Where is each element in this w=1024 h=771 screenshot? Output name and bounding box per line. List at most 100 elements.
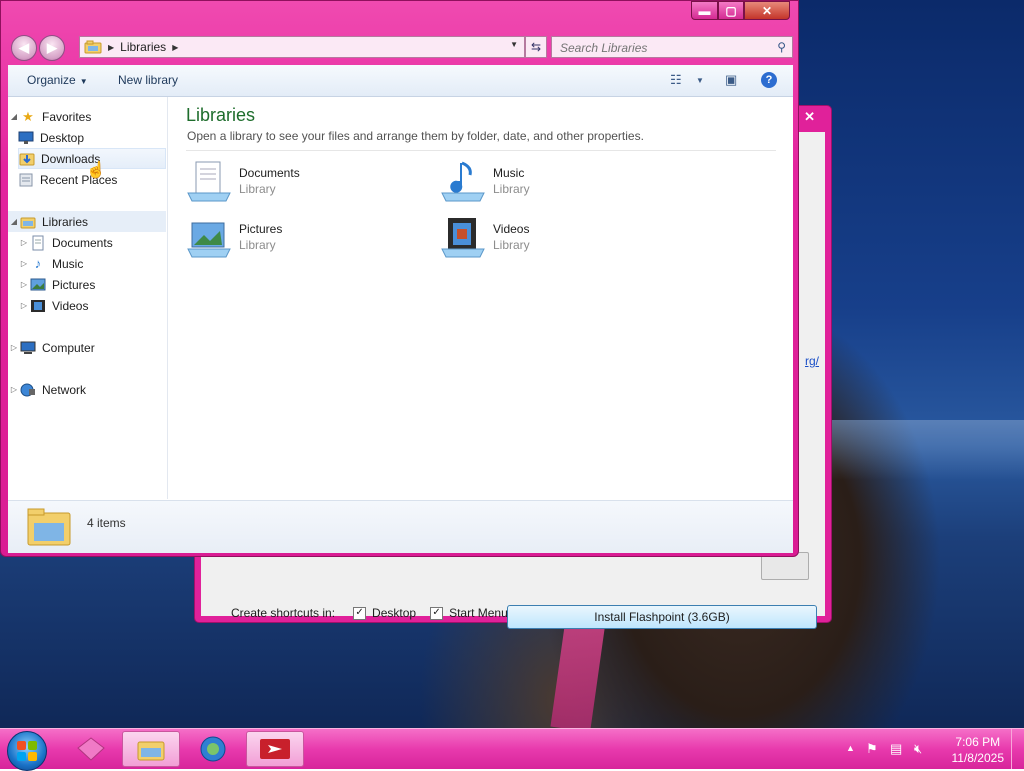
library-name: Music — [493, 166, 525, 180]
start-menu-shortcut-label: Start Menu — [449, 606, 508, 620]
organize-dropdown-icon: ▼ — [79, 77, 88, 86]
change-view-icon[interactable]: ☷ — [670, 72, 682, 88]
collapse-arrow-icon[interactable]: ▷ — [18, 280, 30, 289]
collapse-arrow-icon[interactable]: ▷ — [18, 301, 30, 310]
nav-item-pictures[interactable]: ▷ Pictures — [18, 274, 176, 295]
library-tile-pictures[interactable]: Pictures Library — [186, 215, 426, 263]
library-tile-music[interactable]: Music Library — [440, 159, 680, 207]
desktop-shortcut-checkbox[interactable]: ✓ — [353, 606, 367, 620]
close-button[interactable]: ✕ — [744, 1, 790, 20]
explorer-window: ▬ ▢ ✕ ◀ ▶ ▶ Libraries ▶ ▼ ⇆ ⚲ — [0, 0, 799, 557]
navigation-pane: ◢ ★ Favorites Desktop Downloads Recent P… — [8, 97, 168, 499]
taskbar: ▲ ⚑ ▤ 🔇︎ 7:06 PM 11/8/2025 — [0, 728, 1024, 771]
nav-label: Pictures — [52, 277, 96, 292]
expand-arrow-icon[interactable]: ◢ — [8, 112, 20, 121]
nav-label: Desktop — [40, 130, 85, 145]
organize-button[interactable]: Organize ▼ — [27, 73, 88, 87]
command-bar: Organize ▼ New library ☷ ▼ ▣ ? — [8, 65, 793, 97]
library-tile-documents[interactable]: Documents Library — [186, 159, 426, 207]
installer-close-button[interactable]: ✕ — [804, 109, 815, 125]
clock[interactable]: 7:06 PM 11/8/2025 — [952, 734, 1005, 766]
network-tray-icon[interactable]: ▤ — [890, 741, 902, 757]
collapse-arrow-icon[interactable]: ▷ — [8, 343, 20, 352]
new-library-button[interactable]: New library — [118, 73, 178, 87]
pink-app-icon — [77, 737, 105, 761]
collapse-arrow-icon[interactable]: ▷ — [18, 259, 30, 268]
library-name: Pictures — [239, 222, 283, 236]
nav-item-network[interactable]: ▷ Network — [8, 379, 166, 400]
action-center-icon[interactable]: ⚑ — [866, 741, 878, 757]
nav-item-computer[interactable]: ▷ Computer — [8, 337, 166, 358]
expand-arrow-icon[interactable]: ◢ — [8, 217, 20, 226]
library-tile-videos[interactable]: Videos Library — [440, 215, 680, 263]
library-name: Videos — [493, 222, 530, 236]
address-bar[interactable]: ▶ Libraries ▶ ▼ — [79, 36, 525, 58]
show-hidden-icons[interactable]: ▲ — [846, 743, 855, 753]
nav-label: Documents — [52, 235, 113, 250]
page-description: Open a library to see your files and arr… — [187, 129, 644, 143]
maximize-button[interactable]: ▢ — [718, 1, 744, 20]
back-arrow-icon: ◀ — [19, 40, 29, 55]
recent-places-icon — [18, 172, 34, 188]
preview-pane-icon[interactable]: ▣ — [725, 72, 737, 88]
volume-muted-icon[interactable]: 🔇︎ — [914, 741, 922, 757]
forward-arrow-icon: ▶ — [47, 40, 57, 55]
nav-label: Videos — [52, 298, 89, 313]
pictures-library-icon — [186, 215, 232, 261]
desktop-shortcut-label: Desktop — [372, 606, 417, 620]
forward-button[interactable]: ▶ — [39, 35, 65, 61]
minimize-button[interactable]: ▬ — [691, 1, 718, 20]
start-menu-shortcut-checkbox[interactable]: ✓ — [430, 606, 444, 620]
music-library-icon — [440, 159, 486, 205]
collapse-arrow-icon[interactable]: ▷ — [8, 385, 20, 394]
music-icon: ♪ — [34, 256, 42, 271]
help-icon[interactable]: ? — [761, 72, 777, 88]
nav-label: Music — [52, 256, 84, 271]
show-desktop-button[interactable] — [1011, 729, 1024, 769]
flashpoint-icon — [260, 739, 290, 759]
nav-item-documents[interactable]: ▷ Documents — [18, 232, 176, 253]
videos-library-icon — [440, 215, 486, 261]
collapse-arrow-icon[interactable]: ▷ — [18, 238, 30, 247]
refresh-button[interactable]: ⇆ — [525, 36, 547, 58]
view-options-dropdown-icon[interactable]: ▼ — [696, 76, 704, 85]
taskbar-browser[interactable] — [184, 731, 242, 767]
content-area: Libraries Open a library to see your fil… — [168, 97, 793, 499]
libraries-icon — [20, 214, 36, 230]
address-dropdown-icon[interactable]: ▼ — [510, 40, 518, 49]
breadcrumb-chevron-icon[interactable]: ▶ — [172, 43, 178, 52]
installer-link[interactable]: rg/ — [805, 354, 819, 368]
organize-label: Organize — [27, 73, 76, 87]
back-button[interactable]: ◀ — [11, 35, 37, 61]
nav-item-desktop[interactable]: Desktop — [18, 127, 176, 148]
videos-icon — [30, 298, 46, 314]
taskbar-explorer[interactable] — [122, 731, 180, 767]
page-title: Libraries — [186, 105, 256, 125]
taskbar-flashpoint[interactable] — [246, 731, 304, 767]
libraries-folder-icon — [84, 40, 102, 54]
item-count: 4 items — [87, 516, 126, 530]
nav-item-favorites[interactable]: ◢ ★ Favorites — [8, 106, 166, 127]
nav-item-videos[interactable]: ▷ Videos — [18, 295, 176, 316]
search-input[interactable] — [558, 40, 762, 56]
breadcrumb-separator-icon: ▶ — [108, 42, 115, 52]
header-divider — [186, 150, 776, 151]
clock-time: 7:06 PM — [955, 735, 1001, 749]
search-icon[interactable]: ⚲ — [777, 40, 786, 54]
nav-label: Libraries — [42, 214, 89, 229]
documents-library-icon — [186, 159, 232, 205]
library-type: Library — [493, 238, 530, 252]
library-type: Library — [493, 182, 530, 196]
nav-label: Network — [42, 382, 87, 397]
nav-item-libraries[interactable]: ◢ Libraries — [8, 211, 166, 232]
taskbar-app-pinned[interactable] — [62, 731, 120, 767]
nav-item-music[interactable]: ▷ ♪ Music — [18, 253, 176, 274]
star-icon: ★ — [22, 108, 34, 124]
search-box[interactable]: ⚲ — [551, 36, 793, 58]
install-flashpoint-button[interactable]: Install Flashpoint (3.6GB) — [507, 605, 817, 629]
breadcrumb-libraries[interactable]: Libraries — [120, 40, 166, 54]
caption-buttons: ▬ ▢ ✕ — [691, 1, 790, 20]
computer-icon — [20, 340, 36, 356]
start-button[interactable] — [7, 731, 47, 771]
library-type: Library — [239, 182, 276, 196]
